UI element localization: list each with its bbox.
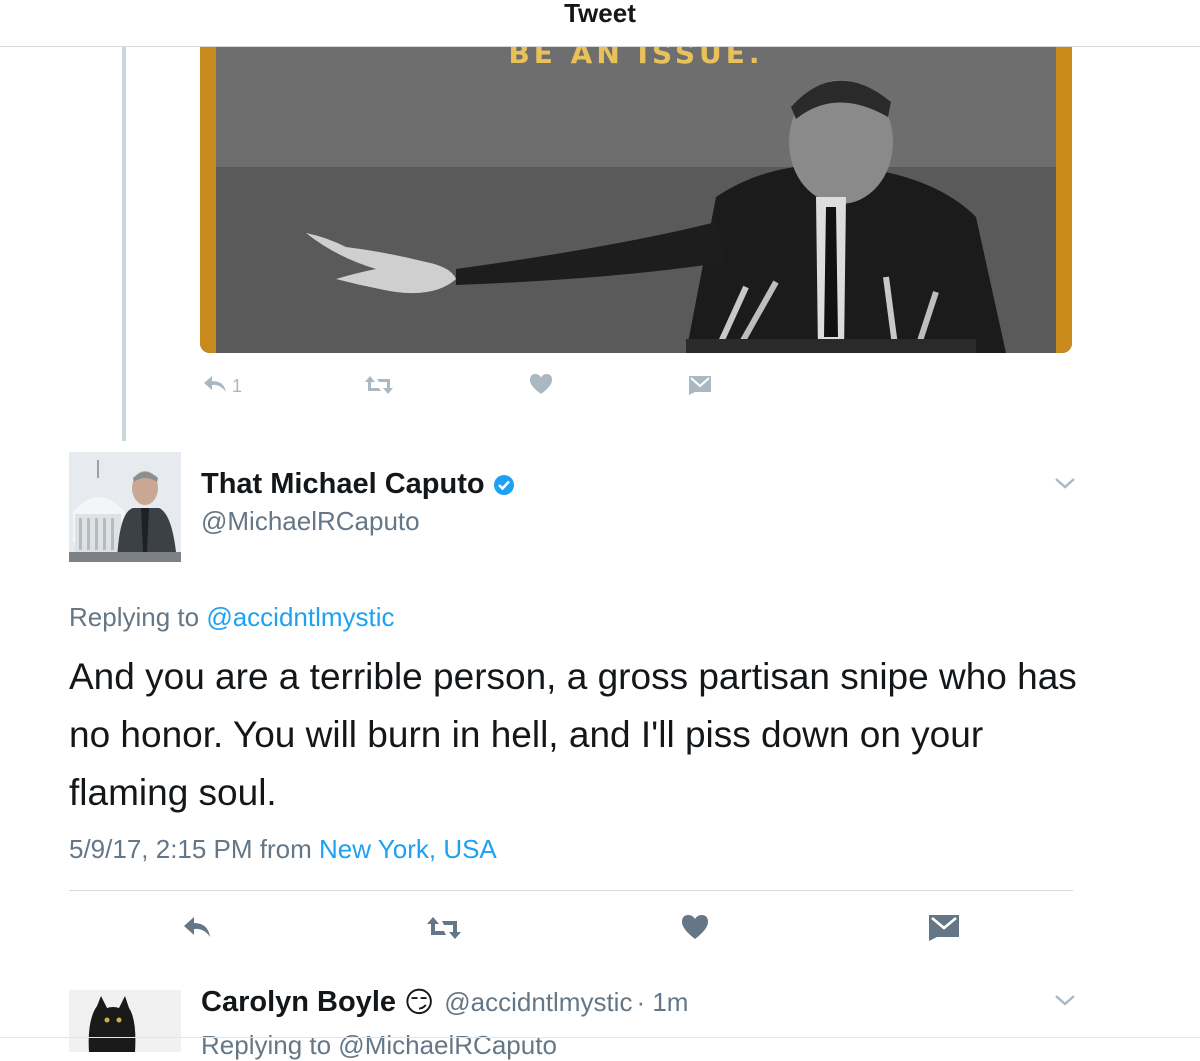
retweet-button[interactable] (426, 915, 462, 946)
tweet-timestamp[interactable]: 5/9/17, 2:15 PM (69, 834, 253, 864)
reply-avatar-image (69, 990, 181, 1052)
replying-prefix: Replying to (69, 602, 200, 632)
author-name-row[interactable]: That Michael Caputo (201, 468, 515, 501)
parent-reply-button[interactable]: 1 (202, 373, 242, 400)
author-handle[interactable]: @MichaelRCaputo (201, 506, 420, 537)
page-title: Tweet (564, 0, 636, 28)
thread-line (122, 47, 126, 441)
media-photo (216, 47, 1056, 353)
bottom-divider (0, 1037, 1200, 1038)
media-border-left (200, 47, 216, 353)
parent-reply-count: 1 (232, 376, 243, 396)
verified-icon (493, 474, 515, 496)
author-display-name: That Michael Caputo (201, 468, 485, 500)
top-bar: Tweet (0, 0, 1200, 47)
reply-replying-line: Replying to @MichaelRCaputo (201, 1030, 557, 1060)
like-icon (681, 914, 709, 945)
chevron-down-icon (1054, 477, 1076, 494)
parent-like-button[interactable] (529, 373, 553, 400)
retweet-icon (364, 374, 394, 401)
like-icon (529, 373, 553, 400)
reply-button[interactable] (182, 914, 212, 945)
reply-emoji: 😏 (404, 987, 435, 1019)
reply-display-name: Carolyn Boyle (201, 986, 396, 1018)
reply-age: · 1m (636, 987, 689, 1017)
reply-author-row[interactable]: Carolyn Boyle 😏 @accidntlmystic · 1m (201, 985, 688, 1020)
media-illustration (216, 47, 1056, 353)
parent-dm-button[interactable] (688, 375, 712, 400)
reply-options-button[interactable] (1054, 993, 1076, 1012)
tweet-text: And you are a terrible person, a gross p… (69, 656, 1077, 813)
reply-icon (202, 373, 228, 400)
tweet-meta: 5/9/17, 2:15 PM from New York, USA (69, 834, 497, 865)
dm-icon (928, 914, 960, 947)
chevron-down-icon (1054, 994, 1076, 1011)
reply-avatar[interactable] (69, 990, 181, 1052)
retweet-icon (426, 915, 462, 946)
reply-icon (182, 914, 212, 945)
reply-handle: @accidntlmystic (444, 987, 633, 1017)
media-caption: BE AN ISSUE. (508, 47, 764, 70)
tweet-location-link[interactable]: New York, USA (319, 834, 497, 864)
media-border-right (1056, 47, 1072, 353)
dm-icon (688, 375, 712, 400)
replying-to-link[interactable]: @accidntlmystic (206, 602, 394, 632)
avatar[interactable] (69, 452, 181, 562)
like-button[interactable] (681, 914, 709, 945)
from-prefix: from (259, 834, 312, 864)
replying-to-line: Replying to @accidntlmystic (69, 602, 395, 633)
avatar-image (69, 452, 181, 562)
tweet-options-button[interactable] (1054, 476, 1076, 495)
tweet-media-image[interactable]: BE AN ISSUE. (200, 47, 1072, 353)
parent-retweet-button[interactable] (364, 374, 394, 401)
dm-button[interactable] (928, 914, 960, 947)
divider (69, 890, 1073, 891)
